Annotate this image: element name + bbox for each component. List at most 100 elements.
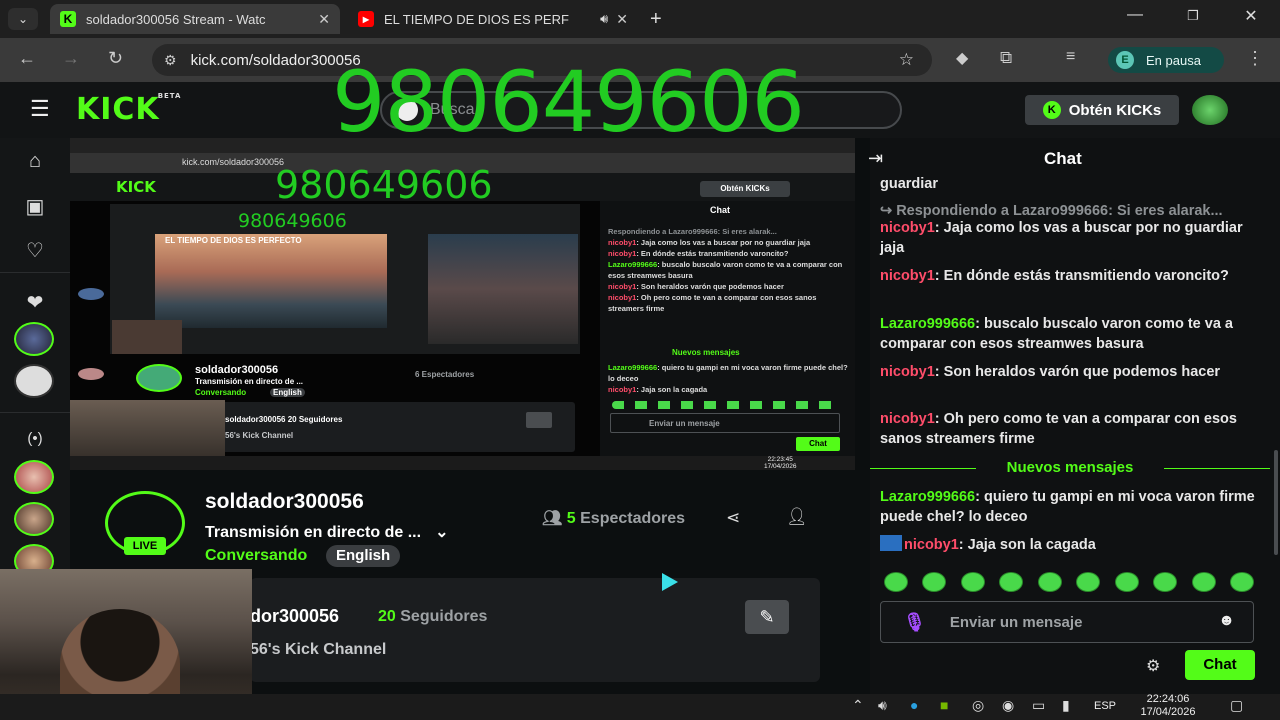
new-tab-button[interactable]: + [650, 8, 662, 31]
home-icon[interactable]: ⌂ [22, 150, 48, 173]
chat-settings-gear-icon[interactable]: ⚙ [1146, 656, 1160, 676]
chat-username[interactable]: nicoby1 [880, 364, 935, 380]
close-window-button[interactable]: ✕ [1236, 6, 1266, 26]
chat-username[interactable]: Lazaro999666 [880, 489, 975, 505]
language-tag[interactable]: English [326, 545, 401, 567]
bookmark-star-icon[interactable]: ☆ [899, 50, 914, 70]
maximize-button[interactable]: ❐ [1178, 8, 1208, 24]
emote-icon[interactable] [1076, 572, 1101, 592]
chat-message-input[interactable]: 🎙︎ Enviar un mensaje ☻ [880, 601, 1254, 643]
recommended-channel-avatar[interactable] [14, 502, 54, 536]
mirror-username: soldador300056 [195, 364, 279, 376]
usb-icon[interactable]: ▮ [1062, 697, 1070, 714]
chat-username[interactable]: nicoby1 [880, 268, 935, 284]
following-heart-icon[interactable]: ♡ [22, 238, 48, 263]
mirror-kick-logo: KICK [116, 178, 156, 196]
close-tab-icon[interactable]: ✕ [616, 11, 628, 28]
chat-title: Chat [1044, 149, 1082, 168]
follow-user-icon[interactable]: 👤︎ [786, 507, 808, 527]
mirror-stream-title: Transmisión en directo de ... [195, 377, 304, 386]
followed-channel-avatar[interactable] [14, 322, 54, 356]
chat-username[interactable]: nicoby1 [880, 411, 935, 427]
media-controls-icon[interactable]: ≡ [1066, 48, 1075, 66]
notifications-icon[interactable]: ▢ [1230, 697, 1243, 714]
mirror-sidebar-avatar [78, 368, 104, 380]
mirror-sidebar-avatar [78, 288, 104, 300]
hamburger-menu-icon[interactable]: ☰ [30, 96, 50, 122]
mirror-overlay-number: 980649606 [275, 163, 493, 207]
speaker-icon: 🔊︎ [600, 11, 609, 26]
edit-pencil-button[interactable]: ✎ [745, 600, 789, 634]
chevron-down-icon[interactable]: ⌄ [435, 524, 448, 541]
browser-tab-youtube[interactable]: ▶ EL TIEMPO DE DIOS ES PERF 🔊︎ ✕ [348, 4, 638, 34]
collapse-chat-icon[interactable]: ⇥ [868, 148, 883, 169]
user-avatar[interactable] [1192, 95, 1228, 125]
tray-chevron-icon[interactable]: ⌃ [852, 697, 864, 714]
streamer-username[interactable]: soldador300056 [205, 490, 364, 514]
mirror-category: Conversando [195, 388, 247, 397]
viewer-count: 👥︎ 5 Espectadores [542, 510, 686, 527]
viewers-icon: 👥︎ [542, 510, 563, 527]
back-arrow-icon[interactable]: ← [18, 48, 36, 69]
steam-icon[interactable]: ◉ [1002, 697, 1014, 714]
mirror-emotes [612, 401, 838, 409]
emote-icon[interactable] [884, 572, 908, 592]
chat-username[interactable]: nicoby1 [880, 220, 935, 236]
browser-tab-kick[interactable]: K soldador300056 Stream - Watc ✕ [50, 4, 340, 34]
mirror-chat-new: Lazaro999666: quiero tu gampi en mi voca… [608, 363, 848, 394]
kick-logo[interactable]: KICKBETA [76, 92, 181, 127]
stream-title[interactable]: Transmisión en directo de ... ⌄ [205, 522, 448, 542]
emote-icon[interactable] [1153, 572, 1178, 592]
emoji-picker-icon[interactable]: ☻ [1218, 612, 1235, 630]
kick-favicon-icon: K [60, 11, 76, 27]
emote-icon[interactable] [1114, 572, 1139, 592]
chat-message: nicoby1: En dónde estás transmitiendo va… [880, 268, 1229, 284]
video-player[interactable]: kick.com/soldador300056 KICK Obtén KICKs… [70, 138, 855, 470]
emote-icon[interactable] [999, 572, 1024, 592]
app-tray-icon[interactable]: ◎ [972, 697, 984, 714]
nvidia-icon[interactable]: ■ [940, 697, 948, 713]
network-icon[interactable]: ▭ [1032, 697, 1045, 714]
close-tab-icon[interactable]: ✕ [318, 11, 330, 28]
reload-icon[interactable]: ↻ [108, 48, 123, 69]
mirror-about-card [220, 402, 575, 452]
emote-icon[interactable] [1191, 572, 1216, 592]
following-section-heart-icon: ❤ [26, 292, 44, 314]
new-messages-divider[interactable]: Nuevos mensajes [870, 459, 1270, 477]
extension-diamond-icon[interactable]: ◆ [956, 48, 968, 68]
extensions-puzzle-icon[interactable]: ⧉ [1000, 48, 1012, 68]
emote-bar [884, 572, 1254, 594]
keyboard-language[interactable]: ESP [1094, 700, 1116, 712]
tab-search-button[interactable]: ⌄ [8, 8, 38, 30]
followed-channel-avatar[interactable] [14, 364, 54, 398]
emote-icon[interactable] [1037, 572, 1062, 592]
mirror-viewers: 6 Espectadores [415, 370, 475, 379]
tab-title: soldador300056 Stream - Watc [86, 11, 266, 27]
emote-icon[interactable] [960, 572, 985, 592]
chat-message: nicoby1: Oh pero como te van a comparar … [880, 411, 1237, 447]
site-settings-icon[interactable]: ⚙ [164, 52, 177, 69]
browse-icon[interactable]: ▣ [22, 194, 48, 219]
share-icon[interactable]: ⋖ [726, 508, 740, 528]
emote-icon[interactable] [922, 572, 947, 592]
recommended-live-icon: (•) [27, 430, 43, 447]
minimize-button[interactable]: — [1120, 6, 1150, 24]
volume-icon[interactable]: 🔊︎ [878, 697, 887, 714]
get-kicks-button[interactable]: K Obtén KICKs [1025, 95, 1179, 125]
forward-arrow-icon[interactable]: → [62, 48, 80, 69]
chat-username[interactable]: Lazaro999666 [880, 316, 975, 332]
stream-category[interactable]: Conversando [205, 547, 307, 565]
profile-button[interactable]: E En pausa [1108, 47, 1224, 73]
microphone-icon[interactable]: 🎙︎ [903, 612, 926, 633]
mirror-url: kick.com/soldador300056 [182, 157, 285, 167]
chat-username[interactable]: nicoby1 [904, 537, 959, 553]
chat-scrollbar[interactable] [1274, 450, 1278, 555]
chat-message: Lazaro999666: buscalo buscalo varon como… [880, 316, 1233, 352]
send-chat-button[interactable]: Chat [1185, 650, 1255, 680]
taskbar-clock[interactable]: 22:24:06 17/04/2026 [1136, 693, 1200, 719]
nested-overlay-number: 980649606 [238, 210, 347, 232]
emote-icon[interactable] [1229, 572, 1254, 592]
recommended-channel-avatar[interactable] [14, 460, 54, 494]
menu-kebab-icon[interactable]: ⋮ [1246, 48, 1264, 69]
skype-icon[interactable]: ● [910, 697, 918, 713]
